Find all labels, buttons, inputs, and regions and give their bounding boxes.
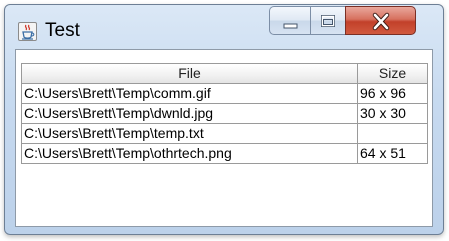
- size-cell[interactable]: 96 x 96: [358, 84, 428, 103]
- file-cell[interactable]: C:\Users\Brett\Temp\temp.txt: [22, 124, 358, 143]
- close-button[interactable]: [345, 6, 416, 35]
- title-bar[interactable]: Test: [5, 5, 443, 49]
- maximize-button[interactable]: [310, 6, 345, 35]
- size-cell[interactable]: 30 x 30: [358, 104, 428, 123]
- table-scroll-pane[interactable]: File Size C:\Users\Brett\Temp\comm.gif 9…: [15, 49, 433, 227]
- table-row[interactable]: C:\Users\Brett\Temp\temp.txt: [22, 124, 428, 144]
- file-cell[interactable]: C:\Users\Brett\Temp\comm.gif: [22, 84, 358, 103]
- maximize-icon: [321, 15, 335, 27]
- column-header-size[interactable]: Size: [358, 64, 428, 83]
- table-header: File Size: [22, 64, 428, 84]
- file-cell[interactable]: C:\Users\Brett\Temp\othrtech.png: [22, 144, 358, 163]
- file-table[interactable]: File Size C:\Users\Brett\Temp\comm.gif 9…: [21, 63, 428, 164]
- app-window: Test File Size C:\Users\Brett\Temp\comm.…: [4, 4, 444, 235]
- size-cell[interactable]: 64 x 51: [358, 144, 428, 163]
- java-coffee-cup-icon[interactable]: [18, 22, 37, 41]
- size-cell[interactable]: [358, 124, 428, 143]
- minimize-icon: [283, 23, 298, 29]
- close-icon: [372, 12, 390, 31]
- minimize-button[interactable]: [269, 6, 310, 35]
- file-cell[interactable]: C:\Users\Brett\Temp\dwnld.jpg: [22, 104, 358, 123]
- window-title: Test: [45, 20, 80, 41]
- table-row[interactable]: C:\Users\Brett\Temp\dwnld.jpg 30 x 30: [22, 104, 428, 124]
- table-row[interactable]: C:\Users\Brett\Temp\othrtech.png 64 x 51: [22, 144, 428, 164]
- column-header-file[interactable]: File: [22, 64, 358, 83]
- table-row[interactable]: C:\Users\Brett\Temp\comm.gif 96 x 96: [22, 84, 428, 104]
